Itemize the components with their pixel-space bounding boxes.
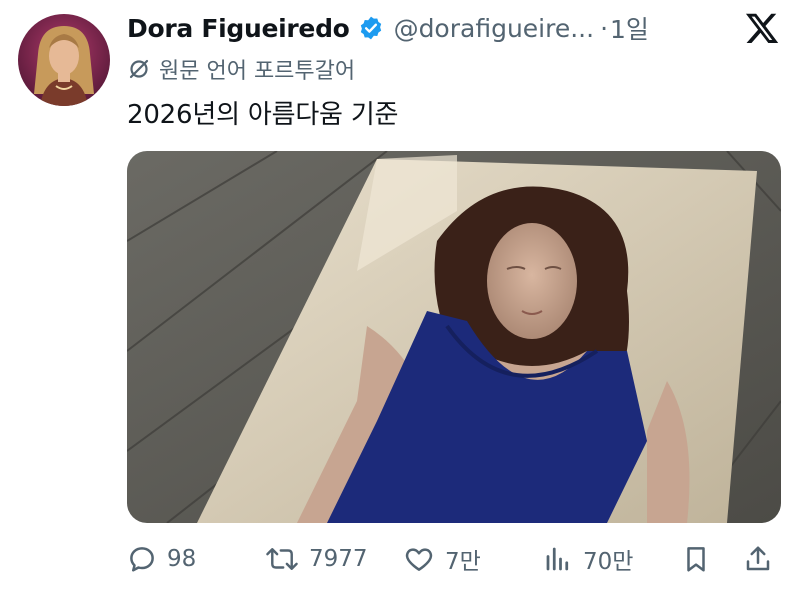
author-name[interactable]: Dora Figueiredo <box>127 14 350 43</box>
x-logo-icon <box>744 10 780 46</box>
separator-dot: · <box>600 13 609 43</box>
like-button[interactable]: 7만 <box>403 540 481 578</box>
heart-icon <box>403 544 445 574</box>
views-button[interactable]: 70만 <box>543 540 633 578</box>
timestamp[interactable]: 1일 <box>610 10 649 46</box>
tweet-media-image[interactable] <box>127 151 781 523</box>
translation-note[interactable]: 원문 언어 포르투갈어 <box>127 54 355 84</box>
bookmark-icon <box>681 544 721 574</box>
share-button[interactable] <box>743 540 783 578</box>
author-handle[interactable]: @dorafigueire... <box>394 14 595 43</box>
translate-icon <box>127 57 159 81</box>
reply-icon <box>127 544 167 574</box>
verified-badge-icon <box>358 15 384 41</box>
action-bar: 98 7977 7만 70만 <box>127 540 781 578</box>
bookmark-button[interactable] <box>681 540 721 578</box>
views-icon <box>543 544 583 574</box>
retweet-icon <box>265 544 309 574</box>
translation-label: 원문 언어 포르투갈어 <box>159 59 356 84</box>
retweet-button[interactable]: 7977 <box>265 540 368 578</box>
like-count: 7만 <box>445 549 481 575</box>
tweet-text: 2026년의 아름다움 기준 <box>127 100 399 130</box>
reply-count: 98 <box>167 546 197 572</box>
reply-button[interactable]: 98 <box>127 540 196 578</box>
retweet-count: 7977 <box>309 546 368 572</box>
tweet-header: Dora Figueiredo @dorafigueire... · 1일 <box>127 10 649 46</box>
share-icon <box>743 544 783 574</box>
author-avatar[interactable] <box>18 14 110 106</box>
views-count: 70만 <box>583 549 634 575</box>
